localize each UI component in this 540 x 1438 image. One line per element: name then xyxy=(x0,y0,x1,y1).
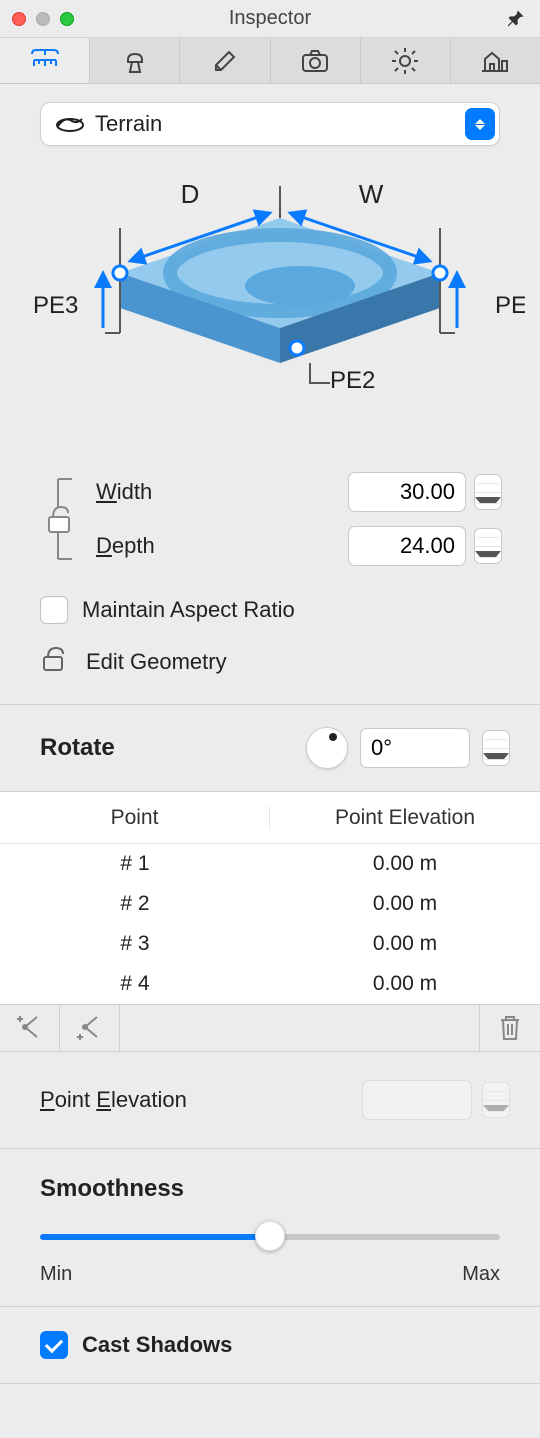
diagram-w-label: W xyxy=(359,179,384,209)
depth-label: Depth xyxy=(96,533,340,559)
point-elevation-input xyxy=(362,1080,472,1120)
pin-icon[interactable] xyxy=(506,8,526,34)
cell-point: # 4 xyxy=(0,972,270,996)
diagram-pe1-label: PE1 xyxy=(495,292,525,319)
table-row[interactable]: # 40.00 m xyxy=(0,964,540,1004)
point-elevation-stepper xyxy=(482,1082,510,1118)
depth-input[interactable] xyxy=(348,526,466,566)
tab-scene[interactable] xyxy=(451,38,540,83)
terrain-diagram: D W PE1 PE2 PE3 xyxy=(0,160,540,438)
aspect-ratio-label: Maintain Aspect Ratio xyxy=(82,597,295,623)
col-elevation-header[interactable]: Point Elevation xyxy=(270,806,540,830)
rotate-row: Rotate xyxy=(0,705,540,791)
smoothness-min-label: Min xyxy=(40,1263,72,1286)
object-type-row: Terrain xyxy=(0,84,540,160)
aspect-ratio-checkbox[interactable] xyxy=(40,596,68,624)
diagram-pe2-label: PE2 xyxy=(330,367,375,394)
rotate-dial[interactable] xyxy=(306,727,348,769)
dimensions-section: Width Depth xyxy=(0,438,540,576)
point-elevation-label: Point Elevation xyxy=(40,1087,352,1113)
tab-camera[interactable] xyxy=(271,38,361,83)
smoothness-slider[interactable] xyxy=(40,1225,500,1249)
cell-elevation: 0.00 m xyxy=(270,972,540,996)
points-toolbar xyxy=(0,1004,540,1052)
tab-geometry[interactable] xyxy=(0,38,90,83)
link-dimensions-lock[interactable] xyxy=(30,473,88,565)
tab-edit[interactable] xyxy=(180,38,270,83)
delete-point-button[interactable] xyxy=(480,1005,540,1051)
add-point-button[interactable] xyxy=(0,1005,60,1051)
table-row[interactable]: # 30.00 m xyxy=(0,924,540,964)
inspector-tabs xyxy=(0,38,540,84)
diagram-pe3-label: PE3 xyxy=(33,292,78,319)
unlock-icon xyxy=(40,646,70,678)
smoothness-section: Smoothness Min Max xyxy=(0,1149,540,1306)
cast-shadows-label: Cast Shadows xyxy=(82,1332,232,1358)
diagram-d-label: D xyxy=(181,179,200,209)
aspect-ratio-row: Maintain Aspect Ratio xyxy=(0,576,540,632)
depth-stepper[interactable] xyxy=(474,528,502,564)
selector-dropdown-icon xyxy=(465,108,495,140)
terrain-icon xyxy=(55,110,85,138)
titlebar: Inspector xyxy=(0,0,540,38)
window-title: Inspector xyxy=(0,7,540,30)
table-row[interactable]: # 20.00 m xyxy=(0,884,540,924)
smoothness-label: Smoothness xyxy=(40,1175,500,1203)
object-type-selector[interactable]: Terrain xyxy=(40,102,500,146)
width-label: Width xyxy=(96,479,340,505)
cast-shadows-row: Cast Shadows xyxy=(0,1307,540,1383)
add-point-below-button[interactable] xyxy=(60,1005,120,1051)
tab-light[interactable] xyxy=(361,38,451,83)
cell-point: # 2 xyxy=(0,892,270,916)
table-row[interactable]: # 10.00 m xyxy=(0,844,540,884)
cell-elevation: 0.00 m xyxy=(270,892,540,916)
width-stepper[interactable] xyxy=(474,474,502,510)
cell-elevation: 0.00 m xyxy=(270,932,540,956)
cell-point: # 1 xyxy=(0,852,270,876)
cast-shadows-checkbox[interactable] xyxy=(40,1331,68,1359)
tab-material[interactable] xyxy=(90,38,180,83)
rotate-stepper[interactable] xyxy=(482,730,510,766)
object-type-label: Terrain xyxy=(95,111,465,137)
edit-geometry-row[interactable]: Edit Geometry xyxy=(0,632,540,704)
smoothness-max-label: Max xyxy=(462,1263,500,1286)
point-elevation-row: Point Elevation xyxy=(0,1052,540,1148)
col-point-header[interactable]: Point xyxy=(0,806,270,830)
rotate-input[interactable] xyxy=(360,728,470,768)
cell-point: # 3 xyxy=(0,932,270,956)
points-table: Point Point Elevation # 10.00 m# 20.00 m… xyxy=(0,792,540,1004)
rotate-label: Rotate xyxy=(40,734,294,762)
edit-geometry-label: Edit Geometry xyxy=(86,649,227,675)
width-input[interactable] xyxy=(348,472,466,512)
cell-elevation: 0.00 m xyxy=(270,852,540,876)
